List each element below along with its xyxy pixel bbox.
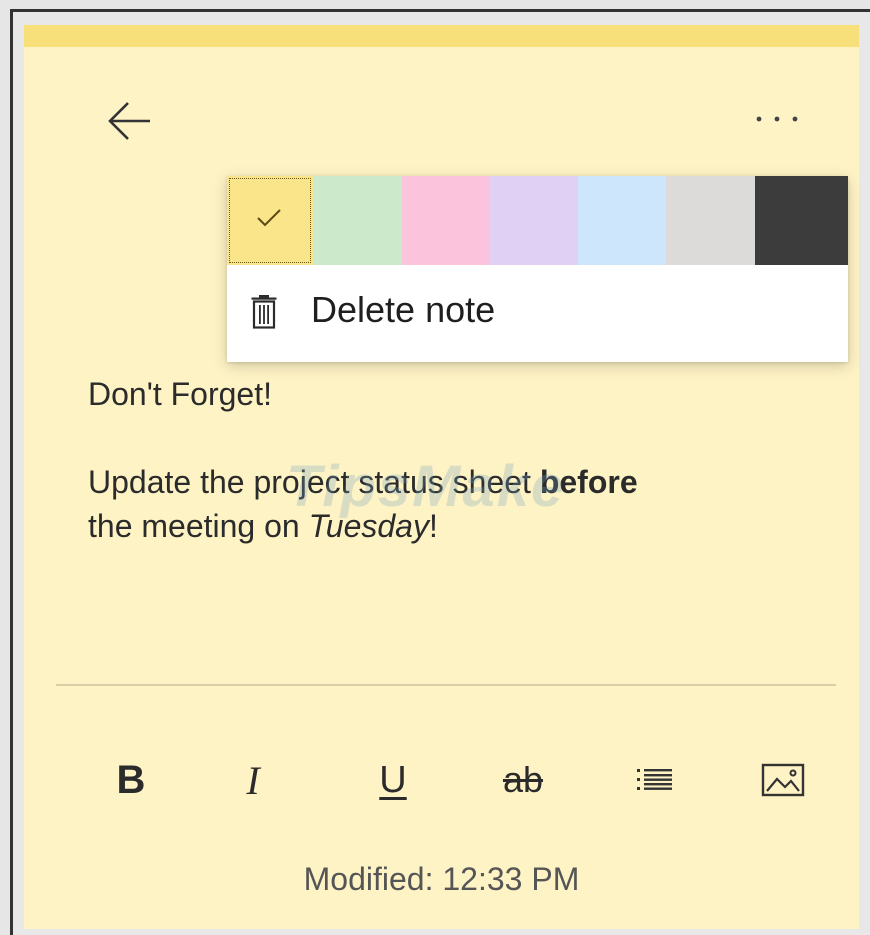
insert-image-button[interactable] xyxy=(748,745,818,815)
color-swatch-blue[interactable] xyxy=(578,176,666,265)
format-toolbar: B I U ab xyxy=(24,745,859,815)
note-options-menu: Delete note xyxy=(227,176,848,362)
more-options-button[interactable] xyxy=(747,97,807,137)
note-surface: Don't Forget! Update the project status … xyxy=(24,25,859,929)
bold-button[interactable]: B xyxy=(96,745,166,815)
color-swatch-pink[interactable] xyxy=(402,176,490,265)
modified-timestamp: Modified: 12:33 PM xyxy=(303,861,580,897)
bullet-list-icon xyxy=(637,769,672,790)
toolbar-divider xyxy=(56,684,836,686)
color-swatch-row xyxy=(227,176,848,265)
strikethrough-button[interactable]: ab xyxy=(488,745,558,815)
delete-note-menu-item[interactable]: Delete note xyxy=(227,265,848,362)
arrow-left-icon xyxy=(108,102,150,140)
note-text-plain: Update the project status sheet xyxy=(88,464,540,500)
delete-note-label: Delete note xyxy=(311,289,496,330)
note-line-3: the meeting on Tuesday! xyxy=(88,504,808,548)
color-swatch-green[interactable] xyxy=(313,176,402,265)
ellipsis-icon xyxy=(756,116,798,122)
note-blank-line xyxy=(88,416,808,460)
color-swatch-purple[interactable] xyxy=(490,176,578,265)
checkmark-icon xyxy=(257,209,281,227)
back-button[interactable] xyxy=(94,91,154,151)
italic-button[interactable]: I xyxy=(218,745,288,815)
note-accent-bar xyxy=(24,25,859,47)
trash-icon xyxy=(251,295,277,329)
image-icon xyxy=(761,763,805,797)
sticky-note-window: Don't Forget! Update the project status … xyxy=(10,9,870,935)
color-swatch-yellow[interactable] xyxy=(227,176,313,265)
note-body[interactable]: Don't Forget! Update the project status … xyxy=(88,372,808,548)
color-swatch-gray[interactable] xyxy=(666,176,755,265)
note-text-bold: before xyxy=(539,464,638,500)
underline-button[interactable]: U xyxy=(358,745,428,815)
note-text-plain: ! xyxy=(428,508,438,544)
color-swatch-charcoal[interactable] xyxy=(755,176,848,265)
note-text-italic: Tuesday xyxy=(308,508,429,544)
note-line-2: Update the project status sheet before xyxy=(88,460,808,504)
note-text-plain: the meeting on xyxy=(88,508,309,544)
note-line-heading: Don't Forget! xyxy=(88,376,272,412)
bullet-list-button[interactable] xyxy=(620,745,690,815)
